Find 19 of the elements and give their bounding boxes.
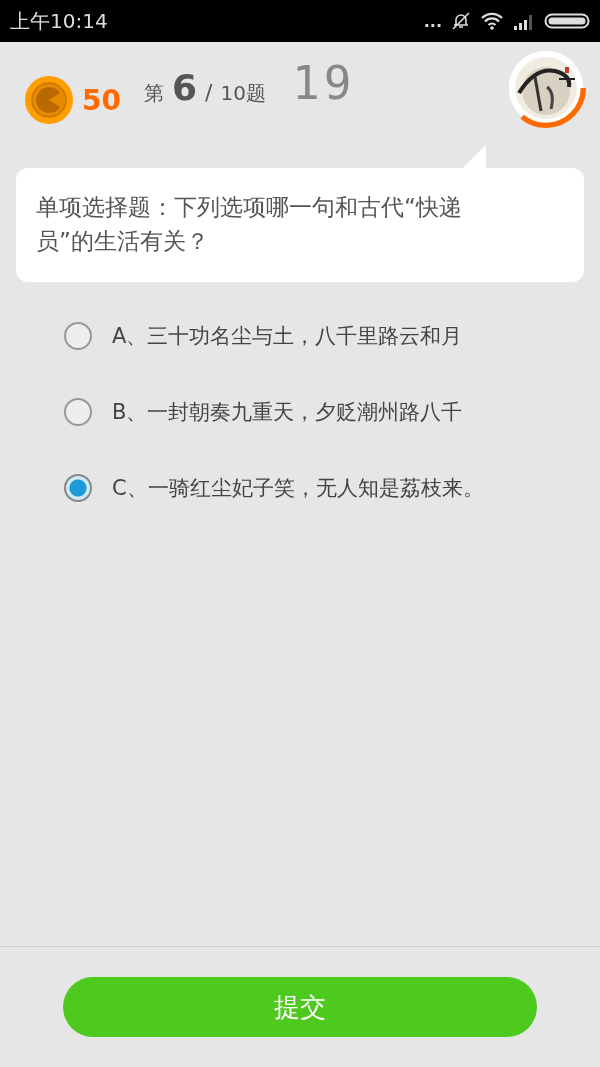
current-question-number: 6 (172, 66, 198, 108)
total-questions: 10题 (220, 79, 266, 107)
question-prefix: 第 (144, 79, 164, 107)
coin-icon (24, 75, 74, 125)
option-label[interactable]: B、一封朝奏九重天，夕贬潮州路八千 (112, 398, 463, 426)
question-text: 单项选择题：下列选项哪一句和古代“快递员”的生活有关？ (36, 193, 463, 256)
radio-button[interactable] (64, 322, 92, 350)
countdown-timer: 19 (291, 56, 356, 110)
radio-button[interactable] (64, 474, 92, 502)
option-label[interactable]: C、一骑红尘妃子笑，无人知是荔枝来。 (112, 474, 484, 502)
wifi-icon (480, 11, 504, 31)
muted-bell-icon (450, 10, 472, 32)
progress-separator: / (205, 79, 213, 105)
radio-button[interactable] (64, 398, 92, 426)
status-time: 上午10:14 (10, 7, 108, 35)
notification-dots: ... (423, 11, 442, 31)
score-value: 50 (82, 83, 122, 117)
battery-icon (544, 11, 590, 31)
option-label[interactable]: A、三十功名尘与土，八千里路云和月 (112, 322, 463, 350)
